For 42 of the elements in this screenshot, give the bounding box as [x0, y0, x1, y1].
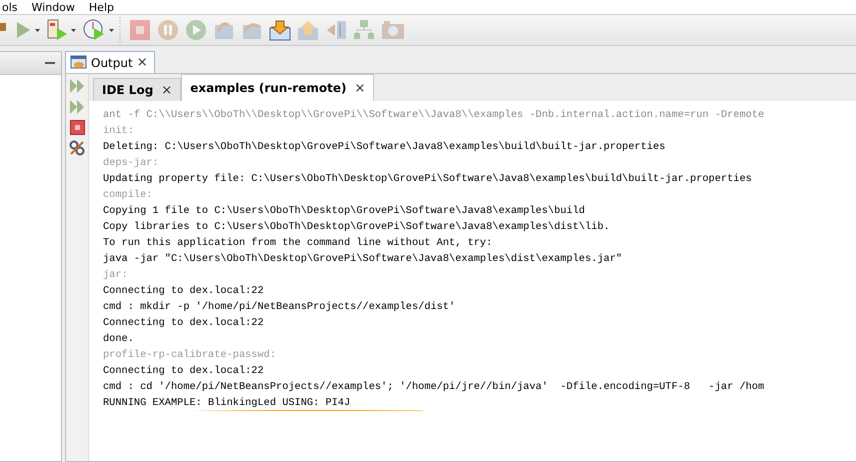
menu-item[interactable]: Window — [32, 0, 75, 14]
settings-icon[interactable] — [69, 140, 85, 156]
output-tab[interactable]: IDE Log × — [93, 78, 182, 101]
rerun-icon[interactable] — [69, 99, 85, 115]
menu-item[interactable]: ols — [2, 0, 18, 14]
log-line: java -jar "C:\Users\OboTh\Desktop\GrovePi\Software\Java8\examples\dist\examples.jar" — [103, 252, 624, 267]
log-line: cmd : mkdir -p '/home/pi/NetBeansProjects//examples/dist' — [103, 300, 456, 315]
log-line: Copying 1 file to C:\Users\OboTh\Desktop\GrovePi\Software\Java8\examples\build — [103, 204, 586, 219]
log-line: Deleting: C:\Users\OboTh\Desktop\GrovePi\Software\Java8\examples\build\built-jar.properties — [103, 140, 666, 155]
caret-icon[interactable] — [109, 28, 114, 32]
output-tab[interactable]: examples (run-remote) × — [181, 74, 374, 101]
output-window-icon — [70, 55, 87, 70]
log-line: jar: — [103, 268, 129, 283]
clock-run-icon[interactable] — [82, 18, 106, 42]
log-line: ant -f C:\\Users\\OboTh\\Desktop\\GrovePi\\Software\\Java8\\examples -Dnb.internal.action.name=run -Dremote — [103, 108, 766, 123]
output-tab[interactable]: Output × — [65, 51, 155, 73]
close-icon[interactable]: × — [161, 82, 172, 98]
log-line: init: — [103, 124, 135, 139]
rerun-icon[interactable] — [69, 78, 85, 94]
minimize-icon[interactable] — [45, 62, 55, 64]
log-line: Copy libraries to C:\Users\OboTh\Desktop\GrovePi\Software\Java8\examples\dist\lib. — [103, 220, 611, 235]
log-line: cmd : cd '/home/pi/NetBeansProjects//examples'; '/home/pi/jre//bin/java' -Dfile.encoding=UTF-8 -jar /hom — [103, 380, 766, 395]
debug-icon[interactable] — [46, 18, 68, 42]
close-icon[interactable]: × — [136, 55, 148, 70]
output-title: Output — [91, 56, 133, 70]
log-line: done. — [103, 332, 135, 347]
step-into-icon[interactable] — [269, 19, 291, 41]
log-line: compile: — [103, 188, 154, 203]
log-line: Connecting to dex.local:22 — [103, 284, 265, 299]
stop-icon[interactable] — [70, 120, 84, 135]
log-line: profile-rp-calibrate-passwd: — [103, 348, 278, 363]
log-line: To run this application from the command line without Ant, try: — [103, 236, 494, 251]
caret-icon[interactable] — [71, 28, 76, 32]
log-line: Updating property file: C:\Users\OboTh\Desktop\GrovePi\Software\Java8\examples\build\built-jar.properties — [103, 172, 753, 187]
log-line: deps-jar: — [103, 156, 160, 171]
log-line: Connecting to dex.local:22 — [103, 316, 265, 331]
log-line: RUNNING EXAMPLE: BlinkingLed USING: PI4J — [103, 396, 352, 411]
menu-item[interactable]: Help — [88, 0, 114, 14]
caret-icon[interactable] — [35, 28, 40, 32]
close-icon[interactable]: × — [354, 80, 366, 96]
toolbar-separator-icon — [117, 17, 123, 43]
log-line: Connecting to dex.local:22 — [103, 364, 265, 379]
